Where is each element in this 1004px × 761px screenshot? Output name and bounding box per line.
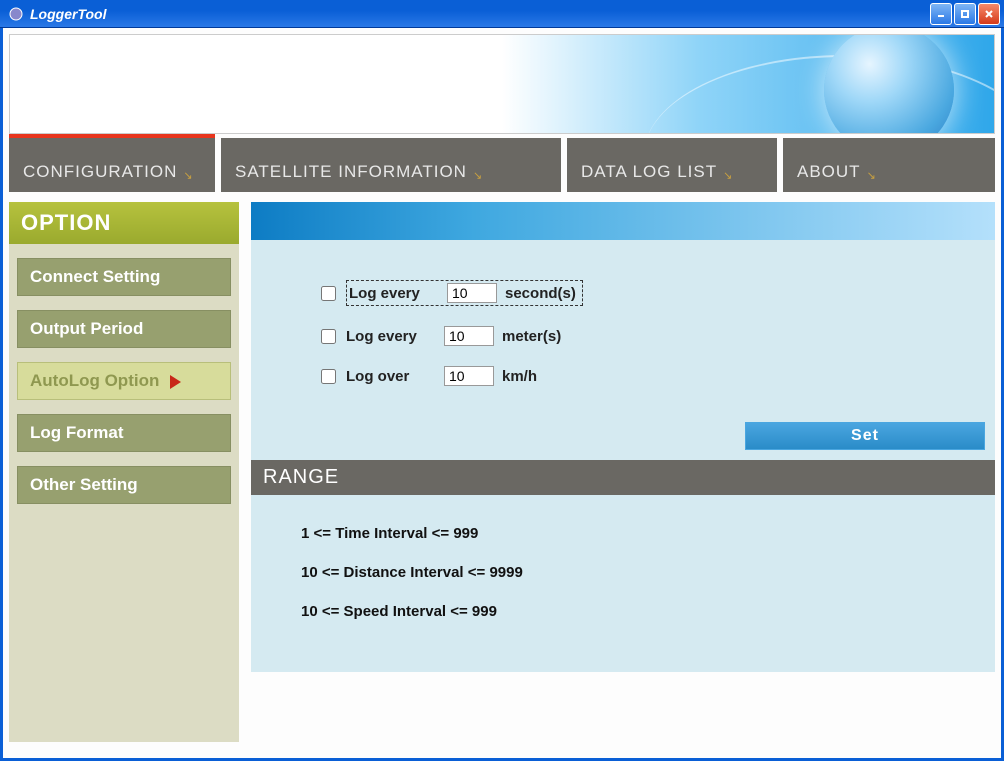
banner: [9, 34, 995, 134]
log-time-checkbox[interactable]: [321, 286, 336, 301]
range-line-time: 1 <= Time Interval <= 999: [301, 525, 965, 542]
sidebar-item-other-setting[interactable]: Other Setting: [17, 466, 231, 504]
titlebar: LoggerTool: [0, 0, 1004, 28]
log-speed-checkbox[interactable]: [321, 369, 336, 384]
log-time-group: Log every second(s): [346, 280, 583, 306]
tab-label: DATA LOG LIST: [581, 162, 717, 182]
sidebar-header: OPTION: [9, 202, 239, 244]
tab-data-log-list[interactable]: DATA LOG LIST ↘: [567, 138, 777, 192]
tab-label: ABOUT: [797, 162, 861, 182]
log-distance-input[interactable]: [444, 326, 494, 346]
log-speed-unit: km/h: [502, 368, 537, 385]
sidebar-item-label: Output Period: [30, 319, 143, 338]
sidebar-item-label: Connect Setting: [30, 267, 160, 286]
sidebar: OPTION Connect Setting Output Period Aut…: [9, 202, 239, 742]
globe-icon: [824, 34, 954, 134]
chevron-down-icon: ↘: [183, 169, 193, 182]
range-body: 1 <= Time Interval <= 999 10 <= Distance…: [251, 495, 995, 672]
tab-label: CONFIGURATION: [23, 162, 177, 182]
window-controls: [930, 3, 1000, 25]
tab-label: SATELLITE INFORMATION: [235, 162, 467, 182]
titlebar-left: LoggerTool: [4, 6, 106, 22]
log-time-input[interactable]: [447, 283, 497, 303]
chevron-down-icon: ↘: [473, 169, 483, 182]
tab-configuration[interactable]: CONFIGURATION ↘: [9, 138, 215, 192]
close-button[interactable]: [978, 3, 1000, 25]
log-speed-label: Log over: [346, 368, 436, 385]
main-nav: CONFIGURATION ↘ SATELLITE INFORMATION ↘ …: [9, 138, 995, 192]
log-time-unit: second(s): [505, 285, 576, 302]
range-line-distance: 10 <= Distance Interval <= 9999: [301, 564, 965, 581]
log-distance-checkbox[interactable]: [321, 329, 336, 344]
log-distance-unit: meter(s): [502, 328, 561, 345]
main-panel-header: [251, 202, 995, 240]
minimize-button[interactable]: [930, 3, 952, 25]
chevron-down-icon: ↘: [723, 169, 733, 182]
sidebar-item-label: Log Format: [30, 423, 124, 442]
range-line-speed: 10 <= Speed Interval <= 999: [301, 603, 965, 620]
app-frame: CONFIGURATION ↘ SATELLITE INFORMATION ↘ …: [0, 28, 1004, 761]
log-distance-label: Log every: [346, 328, 436, 345]
sidebar-item-label: AutoLog Option: [30, 371, 159, 390]
set-button[interactable]: Set: [745, 422, 985, 450]
triangle-right-icon: [170, 375, 181, 389]
log-distance-row: Log every meter(s): [321, 326, 965, 346]
maximize-button[interactable]: [954, 3, 976, 25]
window-title: LoggerTool: [30, 6, 106, 22]
tab-about[interactable]: ABOUT ↘: [783, 138, 995, 192]
app-icon: [8, 6, 24, 22]
tab-satellite-information[interactable]: SATELLITE INFORMATION ↘: [221, 138, 561, 192]
sidebar-item-output-period[interactable]: Output Period: [17, 310, 231, 348]
chevron-down-icon: ↘: [867, 169, 877, 182]
sidebar-item-connect-setting[interactable]: Connect Setting: [17, 258, 231, 296]
autolog-form: Log every second(s) Log every meter(s) L…: [251, 240, 995, 460]
content: OPTION Connect Setting Output Period Aut…: [9, 202, 995, 742]
log-time-label: Log every: [349, 285, 439, 302]
main-panel: Log every second(s) Log every meter(s) L…: [251, 202, 995, 742]
log-speed-input[interactable]: [444, 366, 494, 386]
log-speed-row: Log over km/h: [321, 366, 965, 386]
sidebar-item-autolog-option[interactable]: AutoLog Option: [17, 362, 231, 400]
range-header: RANGE: [251, 460, 995, 495]
sidebar-item-label: Other Setting: [30, 475, 138, 494]
log-time-row: Log every second(s): [321, 280, 965, 306]
sidebar-item-log-format[interactable]: Log Format: [17, 414, 231, 452]
